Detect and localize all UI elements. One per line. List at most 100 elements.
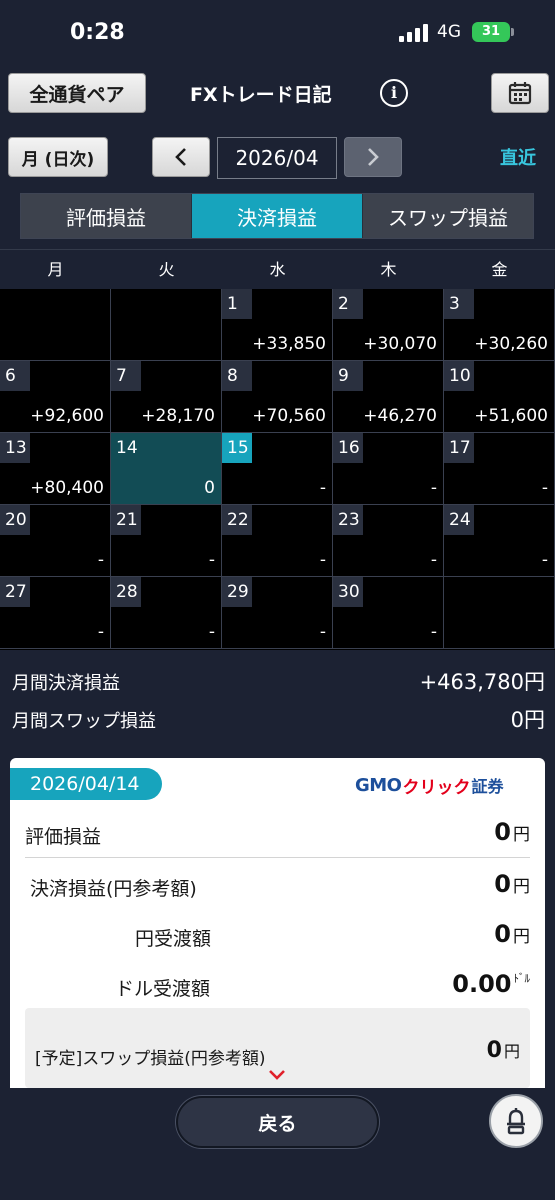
calendar-day-cell[interactable]: 23 - xyxy=(333,505,444,577)
status-time: 0:28 xyxy=(70,20,125,45)
view-mode-button[interactable]: 月 (日次) xyxy=(8,137,108,177)
day-pnl-value: 0 xyxy=(204,478,215,498)
day-number: 6 xyxy=(0,361,30,391)
calendar-day-cell[interactable]: 17 - xyxy=(444,433,555,505)
calendar-day-cell[interactable]: 15 - xyxy=(222,433,333,505)
calendar-day-cell[interactable]: 1 +33,850 xyxy=(222,289,333,361)
calendar-day-cell[interactable]: 10 +51,600 xyxy=(444,361,555,433)
back-button[interactable]: 戻る xyxy=(176,1096,379,1148)
calendar-button[interactable] xyxy=(491,73,549,113)
scheduled-swap-box[interactable]: [予定]スワップ損益(円参考額) 0円 xyxy=(25,1008,530,1088)
calendar-day-cell[interactable]: 14 0 xyxy=(111,433,222,505)
detail-row-settled: 決済損益(円参考額) 0円 xyxy=(25,860,530,910)
currency-pair-button[interactable]: 全通貨ペア xyxy=(8,73,146,113)
day-pnl-value: - xyxy=(319,622,326,642)
detail-value: 0円 xyxy=(494,870,530,898)
month-navigation: 月 (日次) 2026/04 直近 xyxy=(0,124,555,188)
day-number: 17 xyxy=(444,433,474,463)
monthly-swap-row: 月間スワップ損益 0円 xyxy=(12,704,545,734)
calendar-day-cell[interactable]: 13 +80,400 xyxy=(0,433,111,505)
detail-label: 決済損益(円参考額) xyxy=(30,878,197,900)
weekday-header: 月 火 水 木 金 xyxy=(0,249,555,289)
calendar-day-cell[interactable]: 30 - xyxy=(333,577,444,649)
calendar-day-cell[interactable]: 22 - xyxy=(222,505,333,577)
current-month: 2026/04 xyxy=(217,137,337,179)
tab-swap[interactable]: スワップ損益 xyxy=(363,194,533,238)
day-pnl-value: +46,270 xyxy=(363,406,437,426)
previous-month-button[interactable] xyxy=(152,137,210,177)
monthly-settled-value: +463,780円 xyxy=(419,670,545,694)
day-number: 20 xyxy=(0,505,30,535)
day-number: 23 xyxy=(333,505,363,535)
day-number: 28 xyxy=(111,577,141,607)
info-icon[interactable]: i xyxy=(380,79,408,107)
day-pnl-value: +30,260 xyxy=(474,334,548,354)
calendar-day-cell xyxy=(0,289,111,361)
scheduled-swap-label: [予定]スワップ損益(円参考額) xyxy=(35,1049,266,1069)
monthly-swap-label: 月間スワップ損益 xyxy=(12,711,156,732)
bottom-bar: 戻る xyxy=(0,1088,555,1200)
detail-row-unrealized: 評価損益 0円 xyxy=(25,808,530,858)
tab-unrealized[interactable]: 評価損益 xyxy=(21,194,192,238)
calendar-day-cell[interactable]: 2 +30,070 xyxy=(333,289,444,361)
day-number: 15 xyxy=(222,433,252,463)
calendar-day-cell[interactable]: 9 +46,270 xyxy=(333,361,444,433)
signal-icon xyxy=(399,24,429,42)
day-pnl-value: +51,600 xyxy=(474,406,548,426)
calendar-day-cell[interactable]: 27 - xyxy=(0,577,111,649)
day-number: 30 xyxy=(333,577,363,607)
monthly-settled-row: 月間決済損益 +463,780円 xyxy=(12,666,545,696)
day-pnl-value: - xyxy=(541,478,548,498)
calendar-day-cell[interactable]: 6 +92,600 xyxy=(0,361,111,433)
bell-icon xyxy=(507,1108,525,1135)
battery-level: 31 xyxy=(481,24,501,39)
calendar-icon xyxy=(508,82,532,105)
app-header: 全通貨ペア FXトレード日記 i xyxy=(0,64,555,124)
calendar-day-cell[interactable]: 8 +70,560 xyxy=(222,361,333,433)
day-pnl-value: +80,400 xyxy=(30,478,104,498)
latest-link[interactable]: 直近 xyxy=(500,144,536,170)
logo-sec: 証券 xyxy=(471,777,504,796)
day-number: 7 xyxy=(111,361,141,391)
day-pnl-value: +70,560 xyxy=(252,406,326,426)
tab-settled[interactable]: 決済損益 xyxy=(192,194,363,238)
day-pnl-value: +92,600 xyxy=(30,406,104,426)
weekday-label: 水 xyxy=(269,260,286,279)
day-pnl-value: - xyxy=(430,550,437,570)
chevron-right-icon xyxy=(368,148,379,166)
gmo-click-logo: GMO クリック 証券 xyxy=(355,772,504,798)
calendar-day-cell[interactable]: 7 +28,170 xyxy=(111,361,222,433)
calendar-day-cell[interactable]: 3 +30,260 xyxy=(444,289,555,361)
status-bar: 0:28 4G 31 xyxy=(0,0,555,64)
day-pnl-value: - xyxy=(430,478,437,498)
calendar-day-cell[interactable]: 28 - xyxy=(111,577,222,649)
next-month-button[interactable] xyxy=(344,137,402,177)
day-pnl-value: - xyxy=(319,550,326,570)
page-title: FXトレード日記 xyxy=(190,84,332,106)
detail-label: 円受渡額 xyxy=(135,928,212,950)
calendar-day-cell[interactable]: 21 - xyxy=(111,505,222,577)
monthly-swap-value: 0円 xyxy=(510,708,545,732)
day-pnl-value: +33,850 xyxy=(252,334,326,354)
weekday-label: 金 xyxy=(491,260,508,279)
weekday-label: 火 xyxy=(158,260,175,279)
calendar-day-cell[interactable]: 20 - xyxy=(0,505,111,577)
calendar-day-cell[interactable]: 24 - xyxy=(444,505,555,577)
day-number: 2 xyxy=(333,289,363,319)
calendar-day-cell[interactable]: 29 - xyxy=(222,577,333,649)
day-pnl-value: - xyxy=(319,478,326,498)
logo-click: クリック xyxy=(402,777,471,798)
scheduled-swap-value: 0円 xyxy=(486,1038,520,1063)
day-number: 3 xyxy=(444,289,474,319)
calendar-grid: 1 +33,850 2 +30,070 3 +30,260 6 +92,600 7 +28,170… xyxy=(0,289,555,650)
detail-row-yen-delivery: 円受渡額 0円 xyxy=(25,910,530,960)
calendar-day-cell[interactable]: 16 - xyxy=(333,433,444,505)
detail-value: 0円 xyxy=(494,920,530,948)
day-number: 10 xyxy=(444,361,474,391)
day-pnl-value: - xyxy=(208,622,215,642)
calendar-day-cell xyxy=(111,289,222,361)
detail-value: 0円 xyxy=(494,818,530,846)
chevron-down-icon[interactable] xyxy=(267,1068,287,1082)
weekday-label: 月 xyxy=(47,260,64,279)
menu-fab[interactable] xyxy=(489,1094,543,1148)
